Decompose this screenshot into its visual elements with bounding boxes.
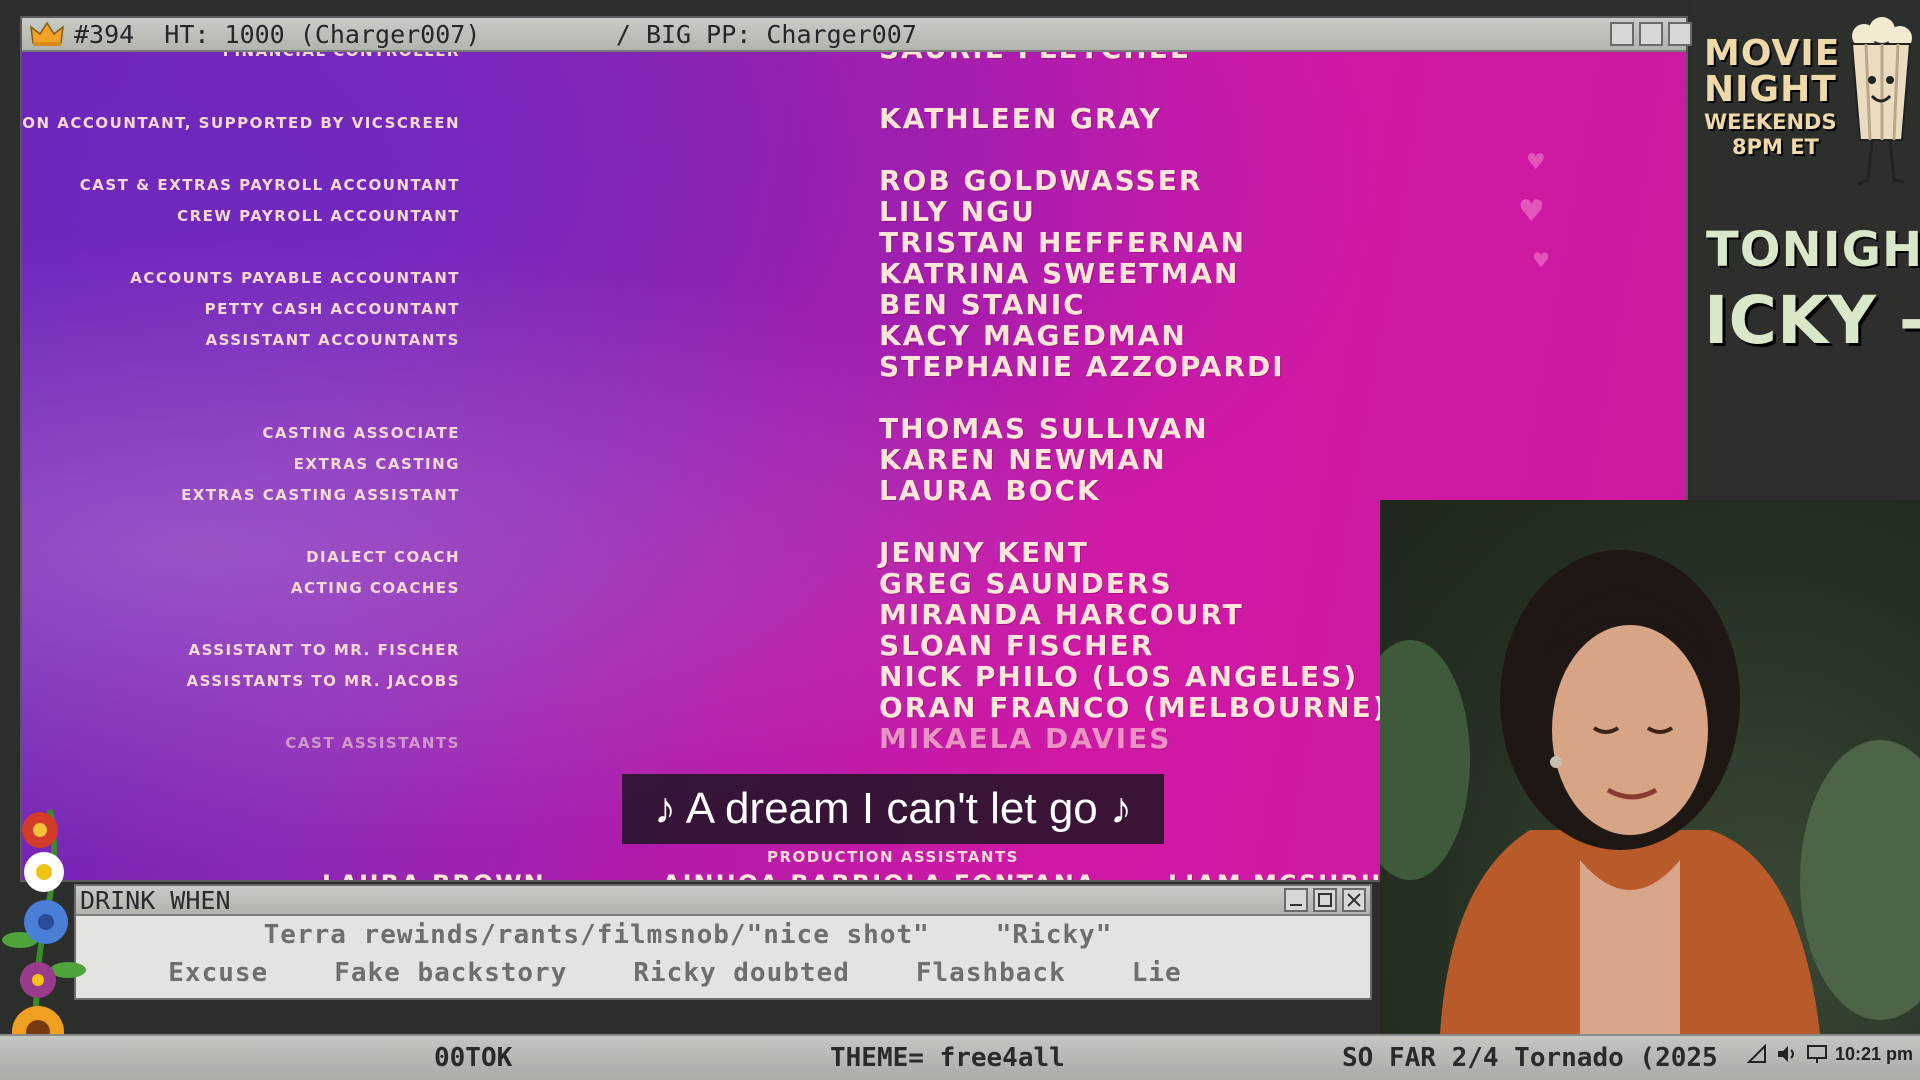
credit-name: Laura Bock xyxy=(879,474,1101,507)
close-icon xyxy=(1347,893,1361,907)
credit-name: Sloan Fischer xyxy=(879,629,1155,662)
credit-role: Production Accountant, supported by Vics… xyxy=(22,114,460,132)
drink-rules-row: Excuse Fake backstory Ricky doubted Flas… xyxy=(0,958,1370,988)
blue-flower-icon xyxy=(24,900,68,944)
minimize-icon xyxy=(1290,904,1302,906)
credit-name: Laura Brown xyxy=(322,870,546,880)
heart-icon: ♥ xyxy=(1526,150,1546,175)
movie-night-logo: MOVIE NIGHT WEEKENDS 8PM ET xyxy=(1704,36,1854,158)
movie-window-title: #394 HT: 1000 (Charger007) / BIG PP: Cha… xyxy=(74,19,917,49)
daisy-icon xyxy=(24,852,64,892)
credit-name: Kathleen Gray xyxy=(879,102,1162,135)
credit-name: Katrina Sweetman xyxy=(879,257,1240,290)
logo-line: WEEKENDS xyxy=(1704,110,1837,134)
streamer-image xyxy=(1380,550,1920,1034)
credit-name: Lily Ngu xyxy=(879,195,1036,228)
credit-role: Accounts Payable Accountant xyxy=(130,269,460,287)
credit-name: Stephanie Azzopardi xyxy=(879,350,1285,383)
display-icon[interactable] xyxy=(1805,1042,1829,1066)
drink-rule: "Ricky" xyxy=(995,920,1113,950)
credit-role: Cast Assistants xyxy=(285,734,460,752)
credit-role: Cast & Extras Payroll Accountant xyxy=(79,176,460,194)
close-button[interactable] xyxy=(1668,22,1692,99)
heart-icon: ♥ xyxy=(1532,248,1550,272)
credit-role: Assistant to Mr. Fischer xyxy=(188,641,460,659)
credit-role: Casting Associate xyxy=(262,424,460,442)
tonight-label: TONIGHT: xyxy=(1706,222,1920,278)
credit-name: Tristan Heffernan xyxy=(879,226,1247,259)
drink-rule: Fake backstory xyxy=(334,958,568,988)
tonight-movie-title: ICKY - xyxy=(1704,282,1920,359)
drink-window-titlebar[interactable]: DRINK WHEN xyxy=(76,886,1370,916)
volume-icon[interactable] xyxy=(1775,1042,1799,1066)
credit-name: Thomas Sullivan xyxy=(879,412,1209,445)
clock[interactable]: 10:21 pm xyxy=(1835,1044,1913,1065)
credit-role: Assistant Accountants xyxy=(205,331,460,349)
drink-rule: Excuse xyxy=(168,958,269,988)
credit-name: Miranda Harcourt xyxy=(879,598,1244,631)
webcam-feed xyxy=(1380,500,1920,1034)
maximize-button[interactable] xyxy=(1639,22,1663,99)
drink-when-window: DRINK WHEN Terra rewinds/rants/filmsnob/… xyxy=(74,884,1372,1000)
drink-rule: Lie xyxy=(1131,958,1182,988)
credit-name: Karen Newman xyxy=(879,443,1167,476)
drink-rules-row: Terra rewinds/rants/filmsnob/"nice shot"… xyxy=(6,920,1370,950)
system-tray: 10:21 pm xyxy=(1745,1042,1913,1066)
credit-name: Oran Franco (Melbourne) xyxy=(879,691,1388,724)
drink-rule: Ricky doubted xyxy=(633,958,850,988)
credit-role: Crew Payroll Accountant xyxy=(177,207,460,225)
logo-line: 8PM ET xyxy=(1732,135,1819,159)
credit-role: Acting Coaches xyxy=(290,579,460,597)
credit-role: Assistants to Mr. Jacobs xyxy=(186,672,460,690)
credit-name: Ainhoa Barriola Fontana xyxy=(662,870,1096,880)
close-button[interactable] xyxy=(1342,888,1366,912)
heart-icon: ♥ xyxy=(1518,194,1545,229)
logo-line: NIGHT xyxy=(1704,69,1837,110)
movie-window-controls xyxy=(1610,22,1692,99)
credit-name: Ben Stanic xyxy=(879,288,1086,321)
credit-role: Extras Casting Assistant xyxy=(181,486,460,504)
movie-window-titlebar[interactable]: #394 HT: 1000 (Charger007) / BIG PP: Cha… xyxy=(22,18,1692,99)
credit-name: Greg Saunders xyxy=(879,567,1173,600)
credit-role: Petty Cash Accountant xyxy=(204,300,460,318)
credit-role: Extras Casting xyxy=(293,455,460,473)
subtitle-caption: ♪ A dream I can't let go ♪ xyxy=(622,774,1164,844)
credits-section-heading: Production Assistants xyxy=(767,848,1019,866)
drink-rule: Flashback xyxy=(915,958,1066,988)
credit-name: Rob Goldwasser xyxy=(879,164,1203,197)
credit-name: Mikaela Davies xyxy=(879,722,1172,755)
drink-window-controls xyxy=(1284,888,1366,912)
network-icon[interactable] xyxy=(1745,1042,1769,1066)
movies-so-far-status: SO FAR 2/4 Tornado (2025 xyxy=(1342,1043,1718,1073)
maximize-icon xyxy=(1318,893,1332,907)
credit-role: Dialect Coach xyxy=(306,548,460,566)
crown-icon xyxy=(30,21,64,46)
credit-name: Kacy Magedman xyxy=(879,319,1187,352)
credit-name: Nick Philo (Los Angeles) xyxy=(879,660,1359,693)
drink-window-title: DRINK WHEN xyxy=(80,886,231,915)
popcorn-mascot-icon xyxy=(1850,17,1912,186)
red-flower-icon xyxy=(22,812,58,848)
purple-flower-icon xyxy=(20,962,56,998)
theme-status: THEME= free4all xyxy=(830,1043,1065,1073)
drink-rule: Terra rewinds/rants/filmsnob/"nice shot" xyxy=(263,920,930,950)
minimize-button[interactable] xyxy=(1610,22,1634,98)
credit-name: Jenny Kent xyxy=(879,536,1089,569)
logo-line: MOVIE xyxy=(1704,33,1841,74)
status-left-text: 00TOK xyxy=(434,1043,513,1073)
credit-role: Financial Controller xyxy=(22,52,460,60)
credit-name: Saurie Fletchel xyxy=(879,52,1190,65)
maximize-button[interactable] xyxy=(1313,888,1337,912)
status-bar: 00TOK THEME= free4all SO FAR 2/4 Tornado… xyxy=(0,1034,1920,1080)
minimize-button[interactable] xyxy=(1284,888,1308,912)
